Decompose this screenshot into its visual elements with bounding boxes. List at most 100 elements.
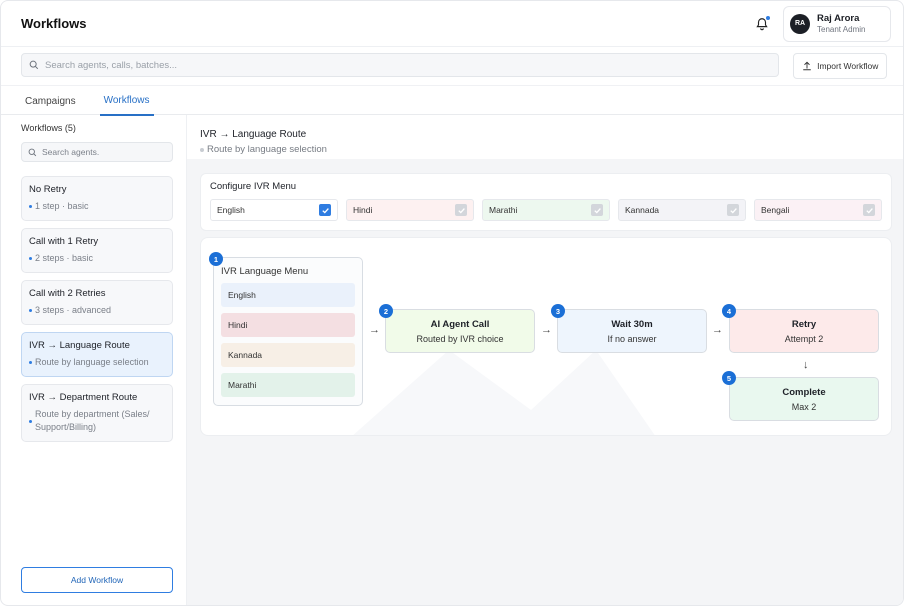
- workflow-detail: IVR → Language Route Route by language s…: [187, 115, 903, 605]
- workflow-meta: 1 step · basic: [29, 200, 165, 213]
- step-badge: 4: [722, 304, 736, 318]
- node-title: Wait 30m: [611, 318, 653, 330]
- workflow-name: Call with 2 Retries: [29, 288, 106, 299]
- language-options: English Hindi Marathi Kannada Bengali: [210, 199, 882, 221]
- import-workflow-label: Import Workflow: [817, 61, 879, 71]
- step-badge: 3: [551, 304, 565, 318]
- search-icon: [29, 60, 39, 70]
- arrow-right-icon: →: [369, 324, 380, 336]
- language-option-marathi[interactable]: Marathi: [482, 199, 610, 221]
- user-role: Tenant Admin: [817, 25, 866, 34]
- search-input[interactable]: [45, 59, 772, 71]
- checkbox[interactable]: [727, 204, 739, 216]
- agent-search-input[interactable]: [42, 147, 166, 157]
- workflow-meta: Route by department (Sales/ Support/Bill…: [29, 408, 165, 434]
- menu-title: IVR Language Menu: [221, 266, 309, 277]
- arrow-down-icon: ↓: [803, 359, 809, 371]
- language-option-bengali[interactable]: Bengali: [754, 199, 882, 221]
- workflow-title: IVR → Language Route: [200, 129, 307, 140]
- user-name: Raj Arora: [817, 13, 860, 24]
- arrow-right-icon: →: [541, 324, 552, 336]
- workflow-meta-text: 2 steps · basic: [35, 253, 94, 263]
- workflow-name: Call with 1 Retry: [29, 236, 99, 247]
- notification-dot: [765, 14, 771, 21]
- avatar: RA: [790, 13, 810, 34]
- language-option-hindi[interactable]: Hindi: [346, 199, 474, 221]
- node-title: Complete: [782, 386, 826, 398]
- workflow-meta-text: Route by language selection: [35, 357, 149, 367]
- ivr-language-menu-node[interactable]: IVR Language Menu English Hindi Kannada …: [213, 257, 363, 406]
- search-row: Import Workflow: [21, 53, 887, 79]
- language-label: Bengali: [761, 205, 790, 215]
- workflow-item[interactable]: IVR → Department Route Route by departme…: [21, 384, 173, 442]
- workflow-name: No Retry: [29, 184, 67, 195]
- agent-search: [21, 142, 173, 162]
- node-subtitle: Max 2: [791, 401, 817, 412]
- tab-workflows[interactable]: Workflows: [99, 86, 154, 116]
- app-window: Workflows RA Raj Arora Tenant Admin Impo…: [0, 0, 904, 606]
- notification-bell-icon[interactable]: [751, 13, 773, 35]
- step-badge: 1: [209, 252, 223, 266]
- workflow-name: IVR → Department Route: [29, 392, 138, 403]
- node-title: Retry: [791, 318, 817, 330]
- menu-option-marathi[interactable]: Marathi: [221, 373, 355, 397]
- workflow-description: Route by language selection: [200, 144, 892, 155]
- user-info: Raj Arora Tenant Admin: [817, 13, 865, 34]
- language-label: Marathi: [489, 205, 518, 215]
- page-title: Workflows: [21, 16, 87, 31]
- checkbox[interactable]: [591, 204, 603, 216]
- menu-option-kannada[interactable]: Kannada: [221, 343, 355, 367]
- checkbox-checked[interactable]: [319, 204, 331, 216]
- bullet-dot: [200, 147, 204, 152]
- language-option-kannada[interactable]: Kannada: [618, 199, 746, 221]
- workflow-item[interactable]: No Retry 1 step · basic: [21, 176, 173, 221]
- detail-header: IVR → Language Route Route by language s…: [187, 115, 903, 159]
- complete-node[interactable]: Complete Max 2: [729, 377, 879, 421]
- sidebar-title: Workflows (5): [21, 123, 76, 133]
- menu-option-hindi[interactable]: Hindi: [221, 313, 355, 337]
- workflow-meta-text: 3 steps · advanced: [35, 305, 112, 315]
- ai-agent-call-node[interactable]: AI Agent Call Routed by IVR choice: [385, 309, 535, 353]
- workflow-list: No Retry 1 step · basic Call with 1 Retr…: [21, 176, 173, 442]
- bullet-dot: [29, 419, 32, 423]
- language-label: Hindi: [353, 205, 373, 215]
- step-badge: 2: [379, 304, 393, 318]
- workflow-canvas: IVR Language Menu English Hindi Kannada …: [200, 237, 892, 436]
- bullet-dot: [29, 205, 32, 208]
- tab-campaigns[interactable]: Campaigns: [21, 86, 80, 116]
- language-option-english[interactable]: English: [210, 199, 338, 221]
- arrow-right-icon: →: [712, 324, 723, 336]
- top-header: Workflows RA Raj Arora Tenant Admin: [1, 1, 903, 47]
- step-badge: 5: [722, 371, 736, 385]
- bullet-dot: [29, 361, 32, 364]
- node-subtitle: Attempt 2: [784, 333, 824, 344]
- workflow-meta-text: 1 step · basic: [35, 201, 89, 211]
- workflow-meta: Route by language selection: [29, 356, 165, 369]
- language-label: Kannada: [625, 205, 660, 215]
- search-icon: [28, 148, 37, 156]
- global-search: [21, 53, 780, 77]
- node-title: AI Agent Call: [430, 318, 490, 330]
- node-subtitle: If no answer: [607, 333, 657, 344]
- menu-option-english[interactable]: English: [221, 283, 355, 307]
- workflow-item[interactable]: Call with 1 Retry 2 steps · basic: [21, 228, 173, 273]
- workflow-item-selected[interactable]: IVR → Language Route Route by language s…: [21, 332, 173, 377]
- add-workflow-button[interactable]: Add Workflow: [21, 567, 173, 593]
- import-workflow-button[interactable]: Import Workflow: [793, 53, 887, 79]
- workflow-item[interactable]: Call with 2 Retries 3 steps · advanced: [21, 280, 173, 325]
- bullet-dot: [29, 257, 32, 260]
- checkbox[interactable]: [863, 204, 875, 216]
- workflow-meta-text: Route by department (Sales/ Support/Bill…: [35, 409, 150, 432]
- checkbox[interactable]: [455, 204, 467, 216]
- header-actions: RA Raj Arora Tenant Admin: [751, 5, 891, 42]
- workflow-name: IVR → Language Route: [29, 340, 130, 351]
- tab-bar: Campaigns Workflows: [1, 85, 903, 116]
- user-menu[interactable]: RA Raj Arora Tenant Admin: [783, 5, 891, 42]
- wait-node[interactable]: Wait 30m If no answer: [557, 309, 707, 353]
- node-subtitle: Routed by IVR choice: [416, 333, 504, 344]
- workflow-sidebar: Workflows (5) No Retry 1 step · basic Ca…: [1, 115, 187, 605]
- upload-icon: [803, 61, 811, 71]
- workflow-meta: 3 steps · advanced: [29, 304, 165, 317]
- retry-node[interactable]: Retry Attempt 2: [729, 309, 879, 353]
- workflow-meta: 2 steps · basic: [29, 252, 165, 265]
